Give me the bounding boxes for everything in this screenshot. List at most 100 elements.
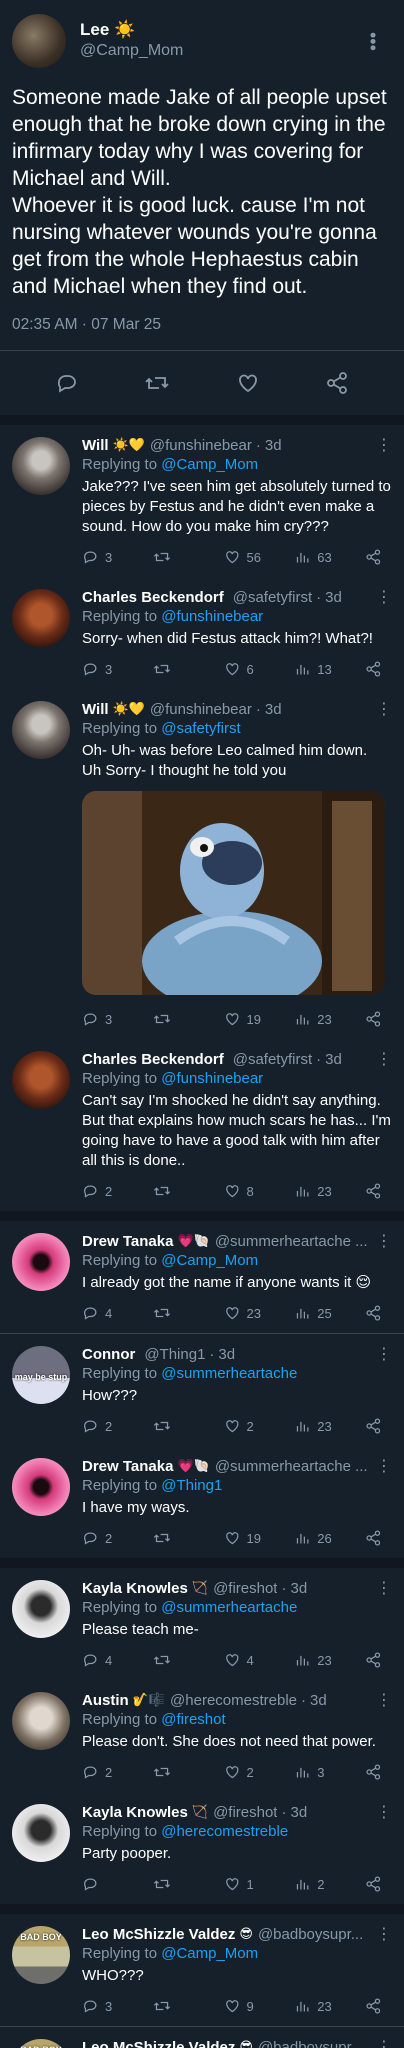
share-icon[interactable] xyxy=(365,1010,383,1028)
views-action[interactable]: 3 xyxy=(294,1763,365,1781)
retweet-icon[interactable] xyxy=(153,660,171,678)
author-name[interactable]: Lee ☀️ xyxy=(80,20,370,40)
retweet-action[interactable] xyxy=(153,1010,224,1028)
avatar[interactable] xyxy=(12,1804,70,1862)
reply-action[interactable]: 3 xyxy=(82,1997,153,2015)
author-handle[interactable]: @summerheartache ... xyxy=(215,1458,368,1475)
reply-tweet[interactable]: Kayla Knowles 🏹 @fireshot · 3d ⋮ Replying… xyxy=(0,1792,404,1904)
reply-action[interactable] xyxy=(82,1875,153,1893)
views-action[interactable]: 23 xyxy=(294,1417,365,1435)
views-action[interactable]: 23 xyxy=(294,1182,365,1200)
more-options-icon[interactable]: ⋮ xyxy=(370,1456,392,1476)
like-action[interactable]: 8 xyxy=(224,1182,295,1200)
views-action[interactable]: 63 xyxy=(294,548,365,566)
reply-tweet[interactable]: BAD BOY Leo McShizzle Valdez 😎 @badboysu… xyxy=(0,2027,404,2048)
more-options-icon[interactable]: ⋮ xyxy=(370,1231,392,1251)
views-action[interactable]: 25 xyxy=(294,1304,365,1322)
mention-link[interactable]: @herecomestreble xyxy=(161,1823,288,1840)
share-icon[interactable] xyxy=(365,660,383,678)
author-handle[interactable]: @safetyfirst xyxy=(233,1051,312,1068)
views-icon[interactable] xyxy=(294,1417,312,1435)
retweet-action[interactable] xyxy=(153,1304,224,1322)
reply-action[interactable]: 3 xyxy=(82,548,153,566)
mention-link[interactable]: @funshinebear xyxy=(161,608,263,625)
views-icon[interactable] xyxy=(294,1651,312,1669)
like-icon[interactable] xyxy=(236,371,260,395)
retweet-icon[interactable] xyxy=(153,1875,171,1893)
like-icon[interactable] xyxy=(224,1304,242,1322)
views-icon[interactable] xyxy=(294,1875,312,1893)
share-icon[interactable] xyxy=(325,371,349,395)
avatar[interactable] xyxy=(12,1692,70,1750)
mention-link[interactable]: @safetyfirst xyxy=(161,720,240,737)
more-options-icon[interactable]: ⋮ xyxy=(370,1690,392,1710)
views-icon[interactable] xyxy=(294,1529,312,1547)
like-icon[interactable] xyxy=(224,1182,242,1200)
like-icon[interactable] xyxy=(224,1010,242,1028)
reply-icon[interactable] xyxy=(82,1529,100,1547)
more-options-icon[interactable]: ⋮ xyxy=(370,699,392,719)
reply-icon[interactable] xyxy=(82,1997,100,2015)
reply-tweet[interactable]: Drew Tanaka 💗🐚 @summerheartache ... ⋮ Re… xyxy=(0,1446,404,1558)
retweet-action[interactable] xyxy=(153,548,224,566)
author-handle[interactable]: @badboysupr... xyxy=(258,2039,363,2048)
author-name[interactable]: Leo McShizzle Valdez xyxy=(82,2039,235,2048)
like-icon[interactable] xyxy=(224,1417,242,1435)
retweet-icon[interactable] xyxy=(153,1010,171,1028)
retweet-icon[interactable] xyxy=(153,1304,171,1322)
avatar[interactable] xyxy=(12,1051,70,1109)
retweet-action[interactable] xyxy=(153,1997,224,2015)
reply-tweet[interactable]: may be stup Connor @Thing1 · 3d ⋮ Replyin… xyxy=(0,1334,404,1446)
retweet-icon[interactable] xyxy=(153,548,171,566)
views-icon[interactable] xyxy=(294,1763,312,1781)
like-icon[interactable] xyxy=(224,1529,242,1547)
reply-action[interactable]: 2 xyxy=(82,1529,153,1547)
reply-icon[interactable] xyxy=(82,1875,100,1893)
reply-tweet[interactable]: Austin 🎷🎼 @herecomestreble · 3d ⋮ Replyin… xyxy=(0,1680,404,1792)
retweet-icon[interactable] xyxy=(153,1997,171,2015)
retweet-icon[interactable] xyxy=(153,1763,171,1781)
author-handle[interactable]: @funshinebear xyxy=(150,437,252,454)
more-options-icon[interactable]: ••• xyxy=(363,32,392,51)
share-action[interactable] xyxy=(365,1875,388,1893)
like-action[interactable]: 2 xyxy=(224,1763,295,1781)
share-icon[interactable] xyxy=(365,1997,383,2015)
share-icon[interactable] xyxy=(365,1529,383,1547)
like-action[interactable]: 2 xyxy=(224,1417,295,1435)
author-name[interactable]: Leo McShizzle Valdez xyxy=(82,1926,235,1943)
like-icon[interactable] xyxy=(224,660,242,678)
views-icon[interactable] xyxy=(294,1997,312,2015)
reply-icon[interactable] xyxy=(82,1182,100,1200)
share-action[interactable] xyxy=(365,1529,388,1547)
like-icon[interactable] xyxy=(224,1651,242,1669)
views-action[interactable]: 13 xyxy=(294,660,365,678)
avatar[interactable] xyxy=(12,701,70,759)
retweet-action[interactable] xyxy=(153,1182,224,1200)
reply-tweet[interactable]: BAD BOY Leo McShizzle Valdez 😎 @badboysu… xyxy=(0,1914,404,2026)
reply-icon[interactable] xyxy=(82,1417,100,1435)
like-action[interactable]: 1 xyxy=(224,1875,295,1893)
reply-action[interactable]: 4 xyxy=(82,1304,153,1322)
author-name[interactable]: Will xyxy=(82,437,109,454)
like-icon[interactable] xyxy=(224,1875,242,1893)
retweet-action[interactable] xyxy=(153,1417,224,1435)
avatar[interactable] xyxy=(12,437,70,495)
reply-icon[interactable] xyxy=(82,660,100,678)
reply-action[interactable]: 2 xyxy=(82,1182,153,1200)
like-action[interactable]: 4 xyxy=(224,1651,295,1669)
like-action[interactable]: 19 xyxy=(224,1010,295,1028)
reply-tweet[interactable]: Charles Beckendorf @safetyfirst · 3d ⋮ Re… xyxy=(0,1039,404,1211)
tweet-media-image[interactable] xyxy=(82,791,385,995)
like-icon[interactable] xyxy=(224,1997,242,2015)
author-name[interactable]: Austin xyxy=(82,1692,129,1709)
reply-tweet[interactable]: Will ☀️💛 @funshinebear · 3d ⋮ Replying to… xyxy=(0,689,404,1039)
retweet-icon[interactable] xyxy=(153,1529,171,1547)
more-options-icon[interactable]: ⋮ xyxy=(370,1802,392,1822)
author-handle[interactable]: @summerheartache ... xyxy=(215,1233,368,1250)
reply-action[interactable]: 2 xyxy=(82,1763,153,1781)
more-options-icon[interactable]: ⋮ xyxy=(370,1344,392,1364)
views-icon[interactable] xyxy=(294,660,312,678)
share-action[interactable] xyxy=(365,1182,388,1200)
reply-icon[interactable] xyxy=(82,1010,100,1028)
share-icon[interactable] xyxy=(365,1651,383,1669)
